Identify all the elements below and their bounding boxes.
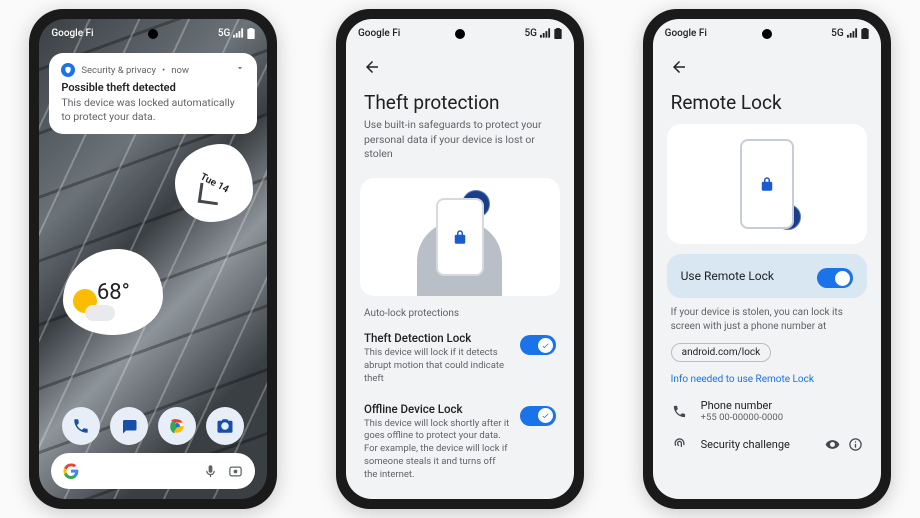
app-dock [39,407,267,445]
back-button[interactable] [665,53,693,81]
notification-time: now [171,65,189,76]
page-title: Remote Lock [653,81,881,118]
toggle-offline-device-lock[interactable] [520,406,556,426]
setting-theft-detection-lock[interactable]: Theft Detection Lock This device will lo… [346,325,574,395]
shield-privacy-icon [61,63,75,77]
use-remote-lock-toggle-card[interactable]: Use Remote Lock [667,254,867,298]
signal-icon [540,28,551,38]
back-button[interactable] [358,53,386,81]
android-lock-link[interactable]: android.com/lock [671,343,772,362]
phone-app-icon[interactable] [62,407,100,445]
fingerprint-icon [671,435,689,453]
chrome-app-icon[interactable] [158,407,196,445]
lock-icon [758,175,776,193]
info-needed-link[interactable]: Info needed to use Remote Lock [653,370,881,393]
remote-lock-note: If your device is stolen, you can lock i… [653,306,881,340]
setting-offline-device-lock[interactable]: Offline Device Lock This device will loc… [346,396,574,492]
setting-title: Theft Detection Lock [364,331,510,345]
notification-title: Possible theft detected [61,81,245,94]
network-label: 5G [218,28,231,39]
carrier-label: Google Fi [51,28,93,39]
date-widget[interactable]: Tue 14 [175,144,253,222]
signal-icon [847,28,858,38]
toggle-theft-detection-lock[interactable] [520,335,556,355]
security-challenge-row[interactable]: Security challenge [653,429,881,459]
cloud-icon [85,305,115,321]
temperature-label: 68° [97,280,130,305]
search-bar[interactable] [51,453,255,489]
carrier-label: Google Fi [665,28,707,39]
camera-punch-hole [455,29,465,39]
toggle-label: Use Remote Lock [681,269,774,283]
info-icon[interactable] [848,437,863,452]
phone-mock-remote-lock: Google Fi 5G Remote Lock Use Remote Lock [643,9,891,509]
network-label: 5G [831,28,844,39]
chevron-down-icon[interactable] [235,63,245,76]
eye-icon[interactable] [825,437,840,452]
phone-mock-homescreen: Google Fi 5G Security & privacy • now Po [29,9,277,509]
phone-number-row[interactable]: Phone number +55 00-00000-0000 [653,393,881,429]
google-g-icon [63,463,79,479]
messages-app-icon[interactable] [110,407,148,445]
lock-icon [451,228,469,246]
setting-title: Offline Device Lock [364,402,510,416]
setting-desc: This device will lock shortly after it g… [364,418,510,482]
phone-icon [671,402,689,420]
battery-icon [861,28,869,39]
mic-icon[interactable] [203,464,218,479]
page-title: Theft protection [346,81,574,118]
theft-protection-illustration [360,178,560,296]
battery-icon [554,28,562,39]
camera-punch-hole [762,29,772,39]
notification-source: Security & privacy [81,65,156,76]
setting-desc: This device will lock if it detects abru… [364,347,510,385]
camera-punch-hole [148,29,158,39]
page-subtitle: Use built-in safeguards to protect your … [346,118,574,172]
toggle-use-remote-lock[interactable] [817,268,853,288]
signal-icon [233,28,244,38]
notification-body: This device was locked automatically to … [61,96,245,124]
remote-lock-illustration [667,124,867,244]
battery-icon [247,28,255,39]
lens-icon[interactable] [228,464,243,479]
phone-number-title: Phone number [701,399,783,412]
camera-app-icon[interactable] [206,407,244,445]
network-label: 5G [524,28,537,39]
carrier-label: Google Fi [358,28,400,39]
phone-number-value: +55 00-00000-0000 [701,412,783,423]
theft-notification-card[interactable]: Security & privacy • now Possible theft … [49,53,257,134]
security-challenge-title: Security challenge [701,438,790,451]
phone-mock-theft-protection: Google Fi 5G Theft protection Use built-… [336,9,584,509]
section-label: Auto-lock protections [346,306,574,325]
